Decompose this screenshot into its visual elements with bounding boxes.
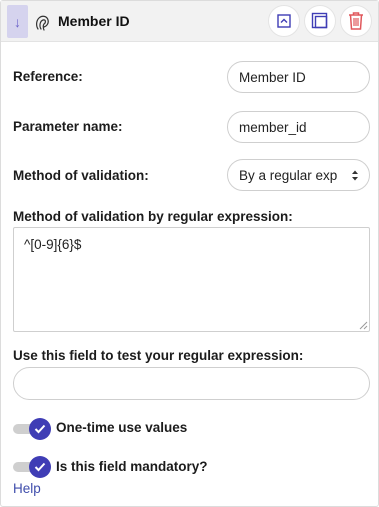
toggle-knob (29, 456, 51, 478)
parameter-name-label: Parameter name: (13, 119, 123, 134)
regex-textarea[interactable]: ^[0-9]{6}$ (13, 227, 370, 332)
trash-icon (349, 12, 363, 30)
field-config-panel: ↓ Member ID Reference: Member ID Paramet… (0, 0, 379, 507)
one-time-label: One-time use values (56, 420, 188, 435)
parameter-name-input[interactable] (227, 111, 370, 143)
one-time-toggle[interactable] (13, 418, 51, 440)
duplicate-icon (311, 12, 328, 29)
fingerprint-icon (36, 15, 49, 31)
toggle-knob (29, 418, 51, 440)
reference-input[interactable] (227, 61, 370, 93)
validation-method-value: By a regular exp (239, 167, 338, 183)
validation-method-label: Method of validation: (13, 168, 149, 183)
help-link[interactable]: Help (13, 481, 41, 496)
field-title: Member ID (58, 13, 130, 29)
validation-method-select[interactable]: By a regular exp (227, 159, 370, 191)
duplicate-button[interactable] (304, 5, 336, 37)
checkmark-icon (34, 424, 46, 434)
checkmark-icon (34, 462, 46, 472)
panel-header: ↓ Member ID (1, 1, 378, 42)
resize-grip-icon[interactable] (359, 321, 368, 330)
regex-test-label: Use this field to test your regular expr… (13, 348, 304, 363)
regex-label: Method of validation by regular expressi… (13, 209, 293, 224)
collapse-button[interactable] (268, 5, 300, 37)
mandatory-label: Is this field mandatory? (56, 459, 208, 474)
reference-label: Reference: (13, 69, 83, 84)
arrow-down-icon: ↓ (14, 13, 21, 30)
mandatory-toggle[interactable] (13, 456, 51, 478)
collapse-up-icon (277, 14, 291, 28)
delete-button[interactable] (340, 5, 372, 37)
drag-handle[interactable]: ↓ (7, 5, 28, 38)
regex-test-input[interactable] (13, 367, 370, 400)
select-arrows-icon (352, 170, 358, 181)
